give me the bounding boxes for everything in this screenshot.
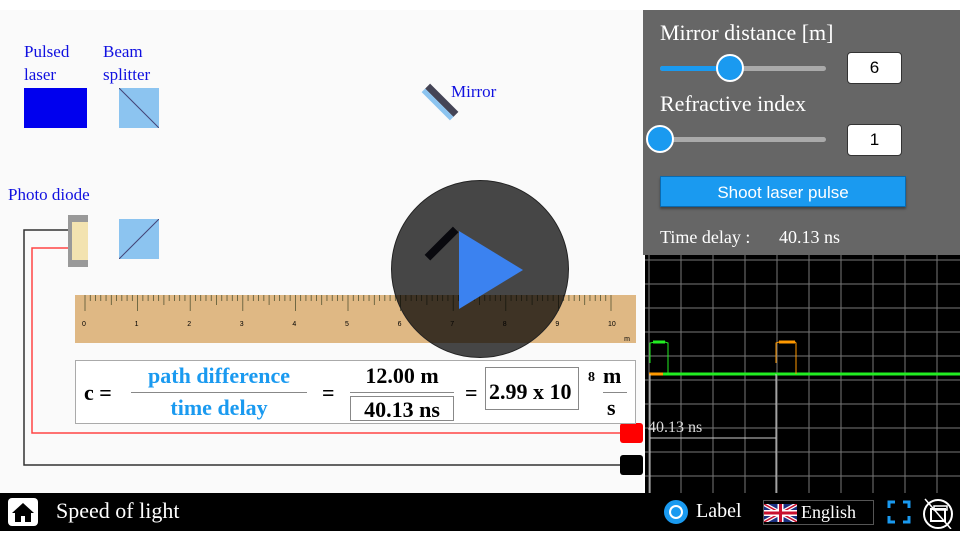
language-select[interactable]: English: [763, 500, 874, 525]
oscilloscope-screen: [645, 255, 960, 493]
refractive-index-slider[interactable]: [646, 125, 826, 153]
eq-exponent: 8: [588, 370, 595, 385]
control-panel: Mirror distance [m] 6 Refractive index 1…: [643, 10, 960, 255]
time-delay-label: Time delay :: [660, 227, 751, 247]
fraction-line: [350, 392, 454, 393]
eq-result-mantissa: 2.99 x 10: [489, 379, 572, 404]
time-delay-value: 40.13 ns: [779, 227, 841, 247]
ruler-label: 5: [345, 321, 349, 328]
app-title: Speed of light: [56, 498, 180, 523]
mirror-distance-input[interactable]: 6: [847, 52, 902, 84]
refractive-index-label: Refractive index: [660, 91, 806, 116]
uk-flag-icon: [764, 504, 797, 522]
fraction-line: [131, 392, 307, 393]
scope-delay-label: 40.13 ns: [648, 419, 703, 436]
ruler-label: 2: [187, 321, 192, 328]
slider-knob[interactable]: [715, 54, 744, 82]
eq-equals: =: [465, 380, 478, 405]
eq-unit-num: m: [603, 363, 622, 388]
pulsed-laser-label: Pulsed laser: [24, 40, 69, 86]
eq-denominator: time delay: [170, 395, 268, 420]
label-line: splitter: [103, 65, 151, 84]
eq-numerator: path difference: [148, 363, 290, 388]
ruler-label: 3: [239, 321, 244, 328]
oscilloscope: 40.13 ns: [645, 255, 960, 493]
refractive-index-input[interactable]: 1: [847, 124, 902, 156]
fullscreen-icon[interactable]: [887, 500, 911, 524]
slider-knob[interactable]: [646, 125, 674, 153]
home-icon[interactable]: [8, 498, 38, 526]
language-label: English: [801, 502, 857, 522]
red-connector: [620, 423, 643, 443]
ruler-label: 1: [134, 321, 139, 328]
bottom-bar: Speed of light Label English: [0, 493, 960, 531]
speed-equation: c = path difference time delay = 12.00 m…: [75, 360, 636, 424]
black-connector: [620, 455, 643, 475]
shoot-laser-button[interactable]: Shoot laser pulse: [660, 176, 906, 207]
photo-diode-label: Photo diode: [8, 185, 90, 204]
eq-path-value: 12.00 m: [365, 363, 439, 388]
play-icon: [459, 231, 523, 309]
ruler-label: 0: [82, 321, 86, 328]
ruler-label: 4: [292, 321, 297, 328]
beam-splitter-label: Beam splitter: [103, 40, 150, 86]
play-button[interactable]: [391, 180, 569, 358]
label-line: Beam: [103, 42, 143, 61]
eq-result: 2.99 x 10 8: [485, 367, 595, 410]
mirror-distance-label: Mirror distance [m]: [660, 20, 834, 45]
label-toggle-icon[interactable]: [664, 500, 688, 524]
ruler-unit: m: [624, 336, 630, 343]
eq-unit-den: s: [607, 395, 616, 420]
screen-toggle-icon[interactable]: [921, 497, 955, 529]
pulsed-laser[interactable]: [24, 88, 87, 128]
label-line: Pulsed: [24, 42, 70, 61]
label-line: laser: [24, 65, 57, 84]
ruler-label: 10: [608, 321, 616, 328]
mirror-distance-slider[interactable]: [660, 54, 826, 82]
eq-equals: =: [322, 380, 335, 405]
label-toggle[interactable]: Label: [696, 500, 742, 523]
eq-lhs: c =: [84, 380, 112, 405]
mirror-label: Mirror: [451, 82, 497, 101]
fraction-line: [603, 392, 627, 393]
return-pulse: [775, 341, 797, 374]
eq-delay-value: 40.13 ns: [350, 396, 454, 422]
beam-splitter: [119, 88, 159, 128]
outgoing-pulse: [649, 341, 669, 374]
